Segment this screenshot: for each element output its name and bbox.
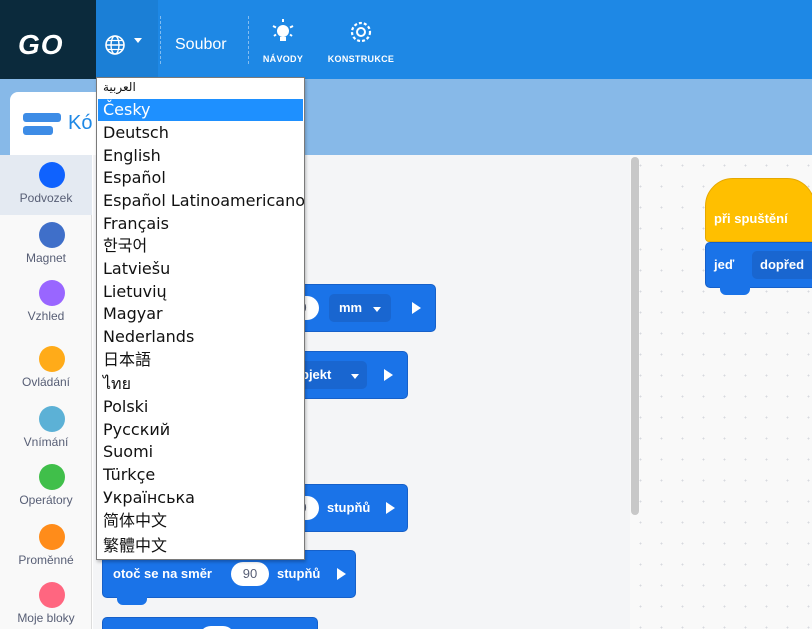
language-option-cs[interactable]: Česky — [98, 99, 303, 121]
category-label: Vnímání — [23, 435, 69, 449]
hat-label: při spuštění — [714, 211, 788, 226]
language-option-ja[interactable]: 日本語 — [98, 349, 303, 371]
category-magnet[interactable]: Magnet — [0, 215, 92, 275]
category-label: Ovládání — [21, 375, 71, 389]
category-dot — [39, 582, 65, 608]
tab-code[interactable]: Kó — [10, 92, 110, 155]
category-dot — [39, 222, 65, 248]
when-started-hat-block[interactable]: při spuštění — [705, 178, 812, 242]
category-label: Podvozek — [19, 191, 73, 205]
language-option-fi[interactable]: Suomi — [98, 441, 303, 463]
palette-scrollbar[interactable] — [631, 157, 639, 515]
logo-text: GO — [18, 29, 64, 60]
category-label: Vzhled — [27, 309, 65, 323]
category-my-blocks[interactable]: Moje bloky — [0, 575, 92, 629]
language-option-hu[interactable]: Magyar — [98, 303, 303, 325]
language-option-zh-tw[interactable]: 繁體中文 — [98, 535, 303, 557]
object-block[interactable]: bjekt — [290, 351, 408, 399]
code-blocks-icon — [23, 113, 61, 135]
builds-button[interactable]: KONSTRUKCE — [322, 18, 400, 68]
turn-degrees-block[interactable]: 0 stupňů — [287, 484, 408, 532]
language-option-ru[interactable]: Русский — [98, 419, 303, 441]
category-sidebar: Podvozek Magnet Vzhled Ovládání Vnímání … — [0, 155, 92, 629]
menu-divider — [160, 16, 161, 64]
unit-label: mm — [339, 300, 363, 315]
language-option-pl[interactable]: Polski — [98, 396, 303, 418]
category-looks[interactable]: Vzhled — [0, 273, 92, 333]
category-label: Operátory — [19, 493, 73, 507]
category-dot — [39, 464, 65, 490]
language-button[interactable] — [96, 0, 158, 79]
lightbulb-icon — [272, 19, 294, 41]
category-label: Proměnné — [18, 553, 74, 567]
tab-code-label: Kó — [68, 112, 93, 134]
category-dot — [39, 346, 65, 372]
category-dot — [39, 162, 65, 188]
category-label: Magnet — [25, 251, 67, 265]
globe-icon — [105, 35, 125, 55]
category-control[interactable]: Ovládání — [0, 339, 92, 399]
language-option-lt[interactable]: Lietuvių — [98, 281, 303, 303]
language-option-ko[interactable]: 한국어 — [98, 235, 303, 257]
partial-block[interactable] — [102, 617, 318, 629]
tutorials-label: NÁVODY — [262, 54, 304, 64]
category-label: Moje bloky — [17, 611, 75, 625]
direction-label: dopřed — [760, 257, 805, 272]
category-dot — [39, 406, 65, 432]
move-distance-block[interactable]: 0 mm — [287, 284, 436, 332]
degrees-unit: stupňů — [327, 500, 371, 515]
category-variables[interactable]: Proměnné — [0, 517, 92, 577]
unit-dropdown[interactable]: mm — [329, 294, 391, 322]
play-icon[interactable] — [386, 502, 395, 514]
menu-bar: GO Soubor NÁVODY KONSTRUKCE — [0, 0, 812, 79]
category-sensing[interactable]: Vnímání — [0, 399, 92, 459]
block-notch — [720, 285, 750, 295]
language-option-uk[interactable]: Українська — [98, 487, 303, 509]
play-icon[interactable] — [337, 568, 346, 580]
language-option-es-419[interactable]: Español Latinoamericano — [98, 190, 304, 212]
object-dropdown[interactable]: bjekt — [295, 361, 367, 389]
play-icon[interactable] — [412, 302, 421, 314]
language-option-de[interactable]: Deutsch — [98, 122, 303, 144]
direction-dropdown[interactable]: dopřed — [752, 251, 812, 279]
language-option-zh-cn[interactable]: 简体中文 — [98, 510, 303, 532]
play-icon[interactable] — [384, 369, 393, 381]
language-option-en[interactable]: English — [98, 145, 303, 167]
logo[interactable]: GO — [0, 0, 96, 79]
category-operators[interactable]: Operátory — [0, 457, 92, 517]
chevron-down-icon — [373, 307, 381, 312]
language-option-nl[interactable]: Nederlands — [98, 326, 303, 348]
gear-icon — [350, 21, 372, 43]
language-option-fr[interactable]: Français — [98, 213, 303, 235]
category-dot — [39, 280, 65, 306]
language-option-lv[interactable]: Latviešu — [98, 258, 303, 280]
language-option-ar[interactable]: العربية — [98, 78, 303, 98]
app-window: GO Soubor NÁVODY KONSTRUKCE Kó Podvozek … — [0, 0, 812, 629]
chevron-down-icon — [134, 38, 142, 43]
move-forward-block[interactable]: jeď dopřed — [705, 242, 812, 295]
direction-unit: stupňů — [277, 566, 321, 581]
tutorials-button[interactable]: NÁVODY — [244, 18, 322, 68]
block-notch — [117, 595, 147, 605]
block-label: otoč se na směr — [113, 566, 212, 581]
builds-label: KONSTRUKCE — [327, 54, 395, 64]
direction-input[interactable]: 90 — [231, 562, 269, 586]
chevron-down-icon — [351, 374, 359, 379]
language-dropdown[interactable]: العربية Česky Deutsch English Español Es… — [96, 77, 305, 560]
move-label: jeď — [714, 257, 735, 272]
language-option-th[interactable]: ไทย — [98, 373, 303, 395]
language-option-tr[interactable]: Türkçe — [98, 464, 303, 486]
category-chassis[interactable]: Podvozek — [0, 155, 92, 215]
language-option-es[interactable]: Español — [98, 167, 303, 189]
object-label: bjekt — [301, 367, 332, 382]
category-dot — [39, 524, 65, 550]
file-menu[interactable]: Soubor — [175, 36, 227, 54]
